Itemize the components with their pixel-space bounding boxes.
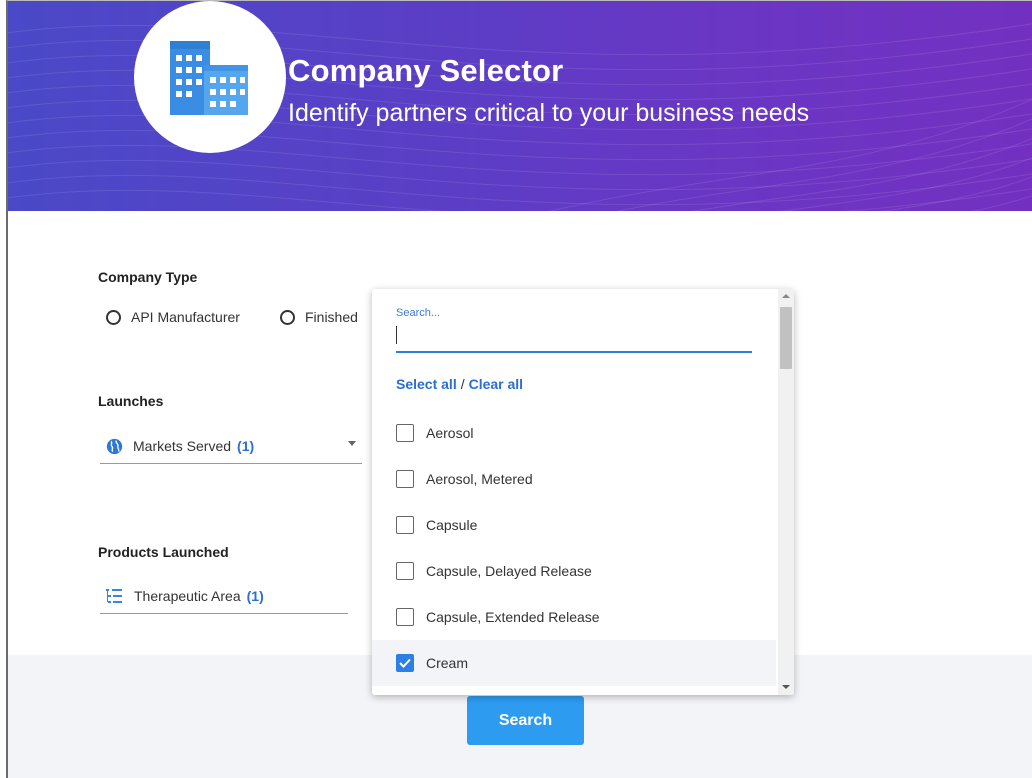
list-item-label: Capsule [426, 517, 478, 533]
markets-served-filter[interactable]: Markets Served (1) [100, 429, 362, 464]
scroll-thumb[interactable] [780, 307, 792, 369]
filter-count-badge: (1) [237, 438, 255, 454]
checkbox[interactable] [396, 608, 414, 626]
dosage-form-dropdown: Search... Select all / Clear all Aerosol A… [372, 289, 794, 695]
checkbox-checked[interactable] [396, 654, 414, 672]
radio-label: Finished [305, 309, 358, 325]
chevron-down-icon [348, 441, 356, 446]
buildings-icon [170, 41, 248, 115]
radio-label: API Manufacturer [131, 309, 240, 325]
select-clear-links: Select all / Clear all [396, 376, 523, 392]
list-item[interactable]: Aerosol [372, 410, 776, 456]
page-title: Company Selector [288, 53, 564, 88]
list-item-label: Cream [426, 655, 469, 671]
list-item-label: Capsule, Extended Release [426, 609, 600, 625]
radio-finished[interactable]: Finished [280, 309, 358, 325]
list-item-label: Aerosol [426, 425, 474, 441]
checkmark-icon [399, 658, 411, 668]
radio-circle-icon [106, 309, 121, 325]
company-logo [134, 1, 286, 153]
dropdown-scrollbar[interactable] [778, 289, 794, 695]
filter-label: Markets Served [133, 438, 232, 454]
checkbox[interactable] [396, 562, 414, 580]
filter-label: Therapeutic Area [134, 587, 241, 604]
therapeutic-area-filter[interactable]: Therapeutic Area (1) [100, 578, 348, 614]
scroll-up-arrow-icon[interactable] [782, 294, 790, 298]
company-type-label: Company Type [98, 269, 198, 285]
clear-all-link[interactable]: Clear all [469, 376, 523, 392]
list-item[interactable]: Capsule, Extended Release [372, 594, 776, 640]
checkbox[interactable] [396, 470, 414, 488]
header-banner: Company Selector Identify partners criti… [8, 1, 1032, 211]
dropdown-search-label: Search... [396, 307, 441, 319]
select-all-link[interactable]: Select all [396, 376, 457, 392]
radio-circle-icon [280, 309, 295, 325]
products-launched-label: Products Launched [98, 544, 229, 560]
list-item[interactable]: Capsule, Delayed Release [372, 548, 776, 594]
list-item-label: Capsule, Delayed Release [426, 563, 592, 579]
globe-icon [106, 438, 123, 454]
checkbox[interactable] [396, 516, 414, 534]
list-item[interactable]: Cream [372, 640, 776, 686]
scroll-down-arrow-icon[interactable] [782, 685, 790, 689]
radio-api-manufacturer[interactable]: API Manufacturer [106, 309, 240, 325]
text-cursor [396, 326, 397, 344]
list-item[interactable]: Capsule [372, 502, 776, 548]
launches-label: Launches [98, 393, 164, 409]
app-window: Company Selector Identify partners criti… [6, 0, 1032, 778]
filter-count-badge: (1) [246, 587, 264, 604]
list-item-label: Aerosol, Metered [426, 471, 533, 487]
checkbox[interactable] [396, 424, 414, 442]
dropdown-search-input[interactable] [396, 321, 752, 353]
list-item[interactable]: Aerosol, Metered [372, 456, 776, 502]
link-separator: / [460, 376, 465, 392]
page-subtitle: Identify partners critical to your busin… [288, 99, 810, 127]
search-button[interactable]: Search [467, 696, 584, 745]
tree-list-icon [106, 588, 122, 603]
